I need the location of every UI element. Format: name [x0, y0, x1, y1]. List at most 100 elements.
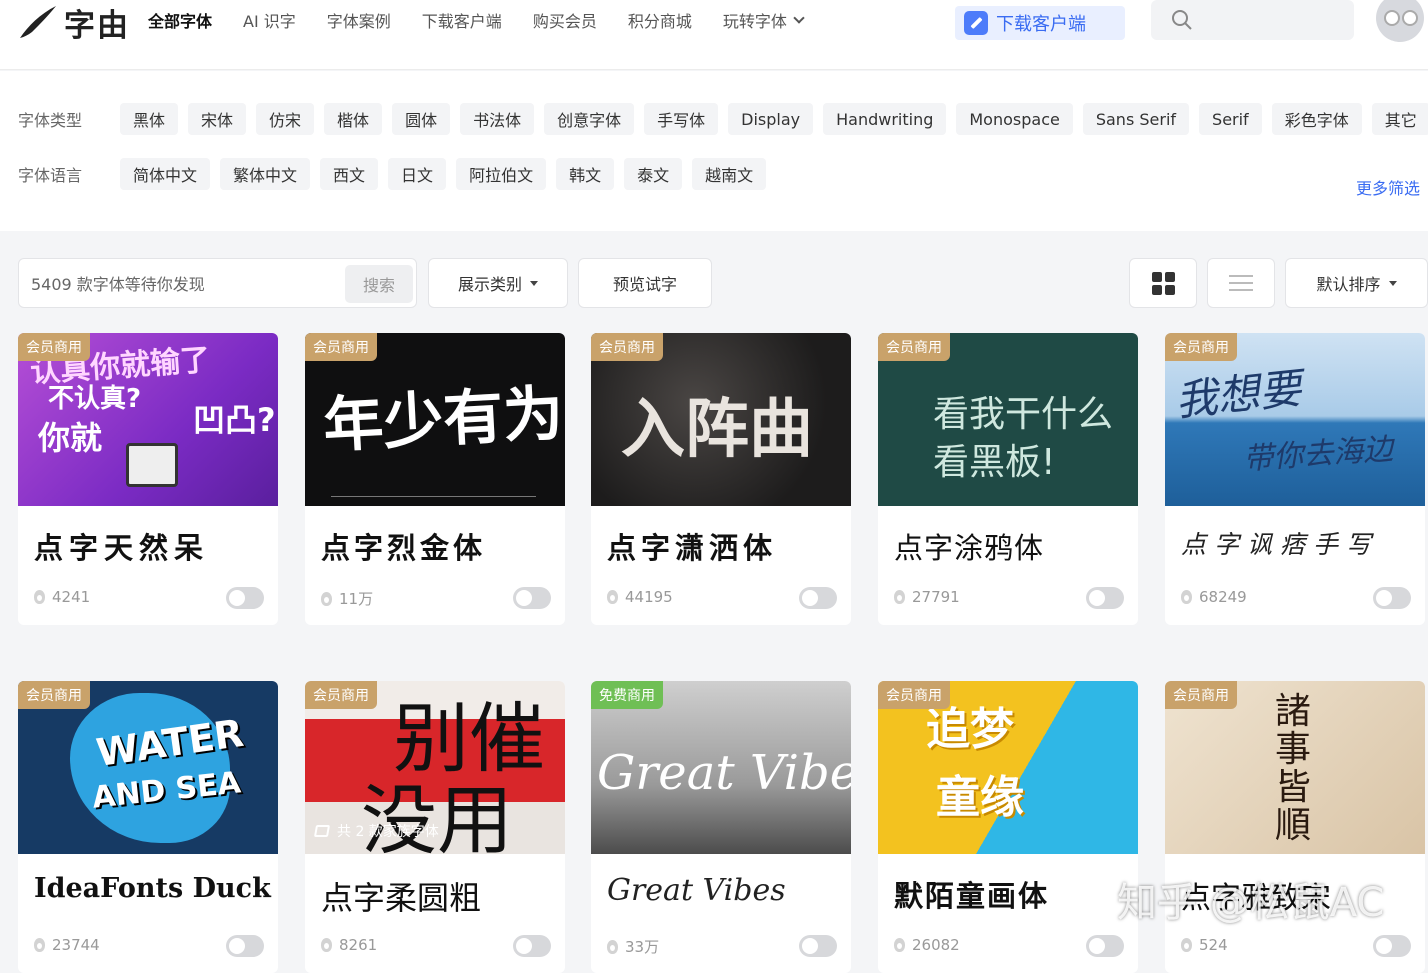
- filter-lang-tag[interactable]: 韩文: [556, 158, 615, 190]
- filter-type-tag[interactable]: Monospace: [956, 103, 1073, 135]
- download-count: 44195: [607, 588, 673, 606]
- font-card[interactable]: 諸事皆順 会员商用 点字雅致宋 524: [1165, 681, 1425, 973]
- caret-down-icon: [530, 280, 538, 286]
- font-card[interactable]: 年少有为 会员商用 点字烈金体 11万: [305, 333, 565, 625]
- font-card[interactable]: 别催 没用 会员商用 共 2 款家族字体 点字柔圆粗 8261: [305, 681, 565, 973]
- avatar[interactable]: [1376, 0, 1424, 42]
- filter-type-tag[interactable]: 彩色字体: [1271, 103, 1362, 135]
- favorite-toggle[interactable]: [1086, 587, 1124, 609]
- caret-down-icon: [1388, 280, 1397, 286]
- license-badge: 会员商用: [18, 333, 90, 361]
- main-nav: 全部字体 AI 识字 字体案例 下载客户端 购买会员 积分商城 玩转字体: [148, 8, 834, 32]
- download-count: 11万: [321, 588, 373, 609]
- download-count: 68249: [1181, 588, 1247, 606]
- download-count: 27791: [894, 588, 960, 606]
- font-card[interactable]: 追梦 童缘 会员商用 默陌童画体 26082: [878, 681, 1138, 973]
- download-count: 8261: [321, 936, 377, 954]
- filter-type-tag[interactable]: 仿宋: [256, 103, 315, 135]
- font-card[interactable]: 看我干什么 看黑板! 会员商用 点字涂鸦体 27791: [878, 333, 1138, 625]
- search-button[interactable]: 搜索: [345, 265, 413, 303]
- filter-type-tag[interactable]: 黑体: [120, 103, 179, 135]
- filter-lang-tag[interactable]: 越南文: [692, 158, 767, 190]
- license-badge: 免费商用: [591, 681, 663, 709]
- preview-text: 年少有为: [321, 378, 565, 462]
- nav-all-fonts[interactable]: 全部字体: [148, 8, 212, 32]
- font-name: 点字讽痞手写: [1181, 530, 1380, 559]
- chevron-down-icon: [793, 11, 805, 24]
- display-category-dropdown[interactable]: 展示类别: [428, 258, 568, 308]
- download-client-button[interactable]: 下载客户端: [955, 6, 1125, 40]
- nav-play-fonts[interactable]: 玩转字体: [723, 8, 805, 32]
- preview-text: 凹凸?: [193, 401, 276, 439]
- nav-buy-membership[interactable]: 购买会员: [533, 8, 597, 32]
- nav-download-client[interactable]: 下载客户端: [422, 8, 502, 32]
- filter-type-tag[interactable]: Handwriting: [823, 103, 947, 135]
- font-type-row: 字体类型 黑体 宋体 仿宋 楷体 圆体 书法体 创意字体 手写体 Display…: [18, 103, 1428, 135]
- grid-view-button[interactable]: [1129, 258, 1197, 308]
- download-count: 524: [1181, 936, 1228, 954]
- license-badge: 会员商用: [1165, 681, 1237, 709]
- filter-lang-tag[interactable]: 西文: [320, 158, 379, 190]
- font-card[interactable]: Great Vibes 免费商用 Great Vibes 33万: [591, 681, 851, 973]
- sort-dropdown[interactable]: 默认排序: [1285, 258, 1428, 308]
- filter-lang-tag[interactable]: 简体中文: [120, 158, 211, 190]
- fire-icon: [321, 591, 332, 606]
- font-language-row: 字体语言 简体中文 繁体中文 西文 日文 阿拉伯文 韩文 泰文 越南文: [18, 158, 776, 190]
- list-toolbar: 搜索 展示类别 预览试字 默认排序: [18, 258, 1428, 308]
- license-badge: 会员商用: [878, 681, 950, 709]
- preview-text-button[interactable]: 预览试字: [578, 258, 712, 308]
- license-badge: 会员商用: [18, 681, 90, 709]
- filter-type-tag[interactable]: Sans Serif: [1082, 103, 1190, 135]
- fire-icon: [34, 938, 45, 952]
- font-family-count: 共 2 款家族字体: [337, 824, 439, 840]
- filter-panel: 字体类型 黑体 宋体 仿宋 楷体 圆体 书法体 创意字体 手写体 Display…: [0, 71, 1428, 231]
- filter-type-tag[interactable]: 宋体: [188, 103, 247, 135]
- filter-lang-tag[interactable]: 阿拉伯文: [456, 158, 547, 190]
- download-count: 23744: [34, 936, 100, 954]
- preview-text: 你就: [38, 419, 103, 457]
- count-value: 26082: [912, 936, 960, 954]
- filter-type-tag[interactable]: 楷体: [324, 103, 383, 135]
- font-card[interactable]: 入阵曲 会员商用 点字潇洒体 44195: [591, 333, 851, 625]
- font-card[interactable]: 认真你就输了 不认真? 你就 凹凸? 会员商用 点字天然呆 4241: [18, 333, 278, 625]
- filter-type-tag[interactable]: 手写体: [644, 103, 719, 135]
- nav-points-mall[interactable]: 积分商城: [628, 8, 692, 32]
- font-name: 点字烈金体: [321, 531, 487, 565]
- favorite-toggle[interactable]: [1373, 587, 1411, 609]
- license-badge: 会员商用: [878, 333, 950, 361]
- font-search-input[interactable]: [31, 271, 331, 297]
- filter-type-tag[interactable]: 圆体: [392, 103, 451, 135]
- nav-ai-recognize[interactable]: AI 识字: [243, 8, 296, 32]
- font-card[interactable]: 我想要 带你去海边 会员商用 点字讽痞手写 68249: [1165, 333, 1425, 625]
- grid-view-icon: [1151, 271, 1175, 295]
- favorite-toggle[interactable]: [226, 587, 264, 609]
- logo-text: 字由: [64, 7, 130, 44]
- favorite-toggle[interactable]: [513, 587, 551, 609]
- count-value: 23744: [52, 936, 100, 954]
- watermark-text: 知乎 @松鼠AC: [1117, 880, 1385, 926]
- logo[interactable]: 字由: [18, 2, 130, 44]
- filter-type-tag[interactable]: 其它: [1371, 103, 1428, 135]
- fire-icon: [607, 590, 618, 604]
- count-value: 44195: [625, 588, 673, 606]
- preview-text: 看黑板!: [933, 442, 1056, 483]
- count-value: 11万: [339, 590, 374, 608]
- filter-type-tag[interactable]: Display: [728, 103, 814, 135]
- font-name: IdeaFonts Duck: [34, 873, 271, 904]
- list-view-icon: [1229, 270, 1253, 296]
- filter-type-tag[interactable]: 书法体: [460, 103, 535, 135]
- filter-lang-tag[interactable]: 泰文: [624, 158, 683, 190]
- filter-type-tag[interactable]: Serif: [1199, 103, 1262, 135]
- license-badge: 会员商用: [305, 681, 377, 709]
- preview-text: 不认真?: [48, 384, 142, 414]
- font-card[interactable]: WATER AND SEA 会员商用 IdeaFonts Duck 23744: [18, 681, 278, 973]
- favorite-toggle[interactable]: [799, 587, 837, 609]
- list-view-button[interactable]: [1207, 258, 1275, 308]
- fire-icon: [321, 938, 332, 952]
- filter-lang-tag[interactable]: 繁体中文: [220, 158, 311, 190]
- filter-type-tag[interactable]: 创意字体: [544, 103, 635, 135]
- header-search-input[interactable]: [1151, 0, 1354, 40]
- more-filters-link[interactable]: 更多筛选: [1356, 175, 1420, 199]
- nav-font-cases[interactable]: 字体案例: [327, 8, 391, 32]
- filter-lang-tag[interactable]: 日文: [388, 158, 447, 190]
